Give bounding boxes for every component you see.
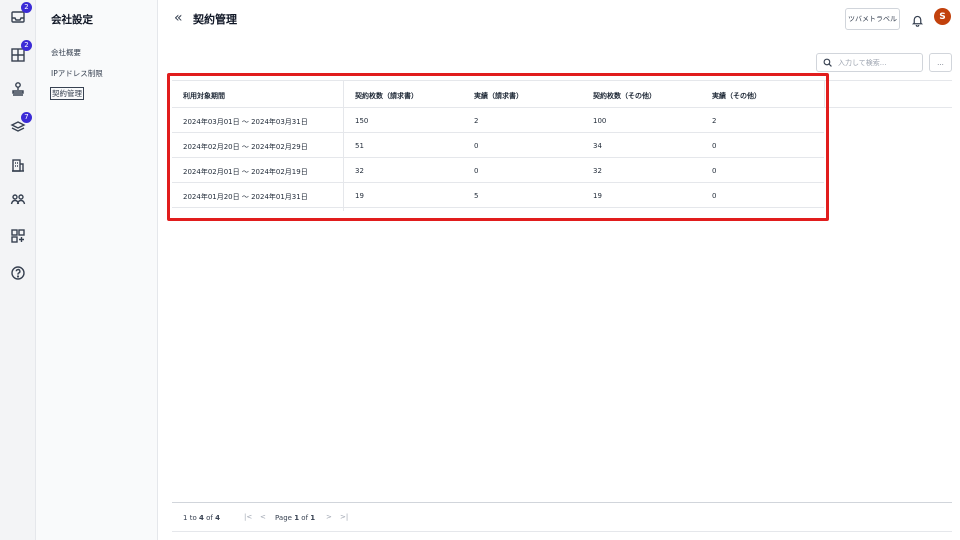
icon-rail: 2 2 7 [0,0,36,540]
users-icon[interactable] [8,189,28,209]
layers-icon[interactable]: 7 [8,112,32,137]
page-of-word: of [301,514,309,522]
table-row[interactable]: 2024年02月01日 ～ 2024年02月19日 32 0 32 0 [172,158,824,183]
cell-period: 2024年02月20日 ～ 2024年02月29日 [183,143,308,151]
to-word: to [189,514,197,522]
cell-actual-invoice: 5 [474,192,479,200]
page-word: Page [275,514,292,522]
cell-contract-invoice: 51 [355,142,364,150]
pagination-footer: 1 to 4 of 4 |< < Page 1 of 1 > >| [172,502,952,532]
first-page-button[interactable]: |< [244,513,252,521]
search-icon [823,58,832,67]
layers-badge: 7 [21,112,32,123]
table-header-row: 利用対象期間 契約枚数（請求書） 実績（請求書） 契約枚数（その他） 実績（その… [172,81,952,108]
help-icon[interactable] [8,263,28,283]
cell-actual-invoice: 0 [474,142,479,150]
cell-contract-other: 100 [593,117,607,125]
cell-contract-other: 34 [593,142,602,150]
cell-contract-other: 32 [593,167,602,175]
cell-period: 2024年02月01日 ～ 2024年02月19日 [183,168,308,176]
cell-actual-other: 0 [712,142,717,150]
cell-period: 2024年01月20日 ～ 2024年01月31日 [183,193,308,201]
subnav-item-contract-management[interactable]: 契約管理 [50,87,84,100]
table-row[interactable]: 2024年03月01日 ～ 2024年03月31日 150 2 100 2 [172,108,824,133]
column-header-period[interactable]: 利用対象期間 [183,91,225,101]
total-pages: 1 [310,514,316,522]
stamp-icon[interactable] [8,79,28,99]
subnav-title: 会社設定 [51,14,93,26]
guide-button[interactable]: ツバメトラベル [845,8,900,30]
cell-actual-other: 0 [712,167,717,175]
collapse-back-icon[interactable]: « [174,11,183,25]
search-box[interactable] [816,53,923,72]
column-header-contract-invoice[interactable]: 契約枚数（請求書） [355,91,418,101]
subnav-item-company-overview[interactable]: 会社概要 [51,47,81,58]
column-header-actual-invoice[interactable]: 実績（請求書） [474,91,523,101]
apps-badge: 2 [21,40,32,51]
cell-period: 2024年03月01日 ～ 2024年03月31日 [183,118,308,126]
cell-contract-invoice: 32 [355,167,364,175]
table-row[interactable]: 2024年02月20日 ～ 2024年02月29日 51 0 34 0 [172,133,824,158]
cell-contract-other: 19 [593,192,602,200]
page-title: 契約管理 [193,13,237,26]
page-indicator: Page 1 of 1 [275,514,315,522]
total-rows: 4 [215,514,220,522]
cell-actual-invoice: 2 [474,117,479,125]
cell-actual-other: 0 [712,192,717,200]
inbox-badge: 2 [21,2,32,13]
range-start: 1 [183,514,188,522]
next-page-button[interactable]: > [326,513,332,521]
column-header-actual-other[interactable]: 実績（その他） [712,91,761,101]
range-end: 4 [198,514,204,522]
cell-actual-invoice: 0 [474,167,479,175]
inbox-icon[interactable]: 2 [8,2,32,27]
settings-subnav: 会社設定 会社概要 IPアドレス制限 契約管理 [36,0,158,540]
subnav-item-ip-restriction[interactable]: IPアドレス制限 [51,68,103,79]
current-page: 1 [294,514,300,522]
search-input[interactable] [838,58,918,67]
bell-icon[interactable] [911,12,924,27]
avatar[interactable]: S [934,8,951,25]
more-options-button[interactable]: ... [929,53,952,72]
prev-page-button[interactable]: < [260,513,266,521]
last-page-button[interactable]: >| [340,513,348,521]
cell-actual-other: 2 [712,117,717,125]
widgets-add-icon[interactable] [8,226,28,246]
apps-icon[interactable]: 2 [8,40,32,65]
cell-contract-invoice: 150 [355,117,369,125]
column-header-contract-other[interactable]: 契約枚数（その他） [593,91,656,101]
row-count-summary: 1 to 4 of 4 [183,514,220,522]
of-word: of [206,514,213,522]
cell-contract-invoice: 19 [355,192,364,200]
contract-table: 利用対象期間 契約枚数（請求書） 実績（請求書） 契約枚数（その他） 実績（その… [172,80,952,502]
table-row[interactable]: 2024年01月20日 ～ 2024年01月31日 19 5 19 0 [172,183,824,208]
building-icon[interactable] [8,155,28,175]
column-divider [824,81,825,108]
